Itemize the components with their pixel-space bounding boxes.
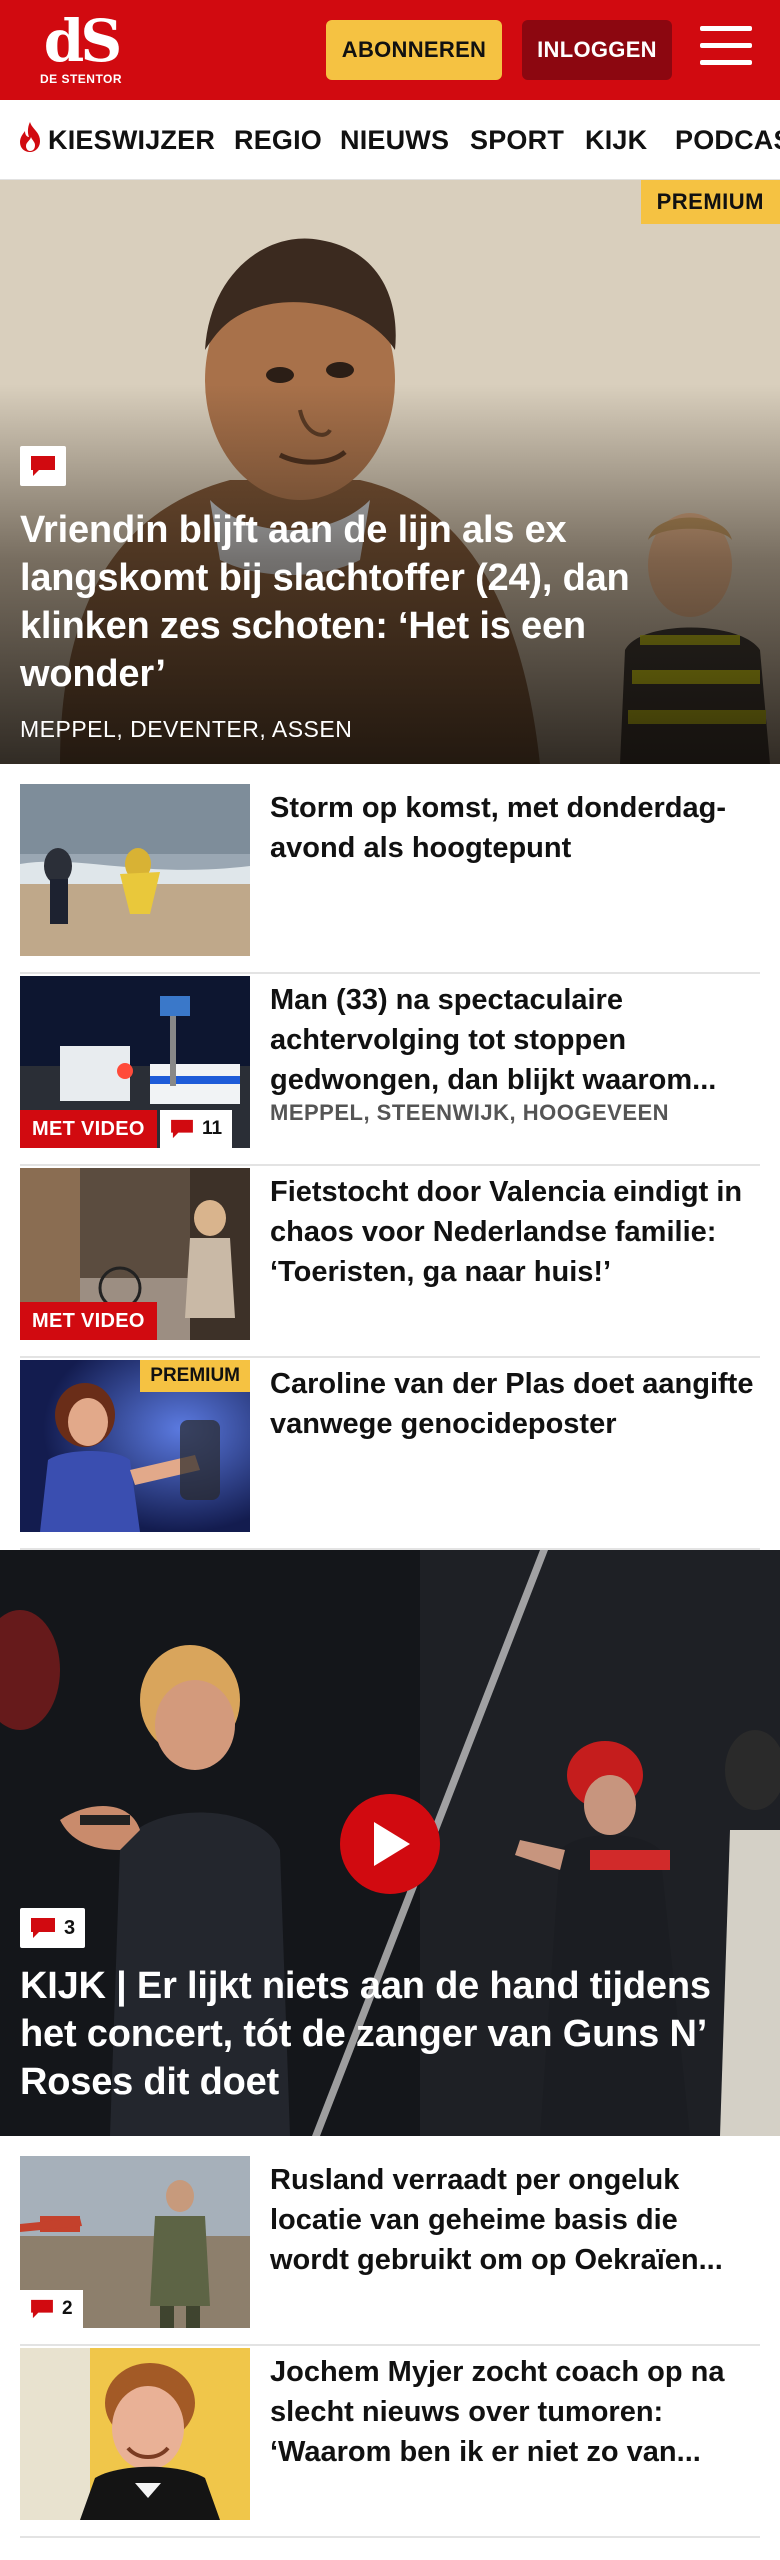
article-thumbnail: PREMIUM [20,1360,250,1532]
nav-item-regio[interactable]: REGIO [234,100,322,179]
logo-mark: dS [43,7,122,75]
article-title[interactable]: Man (33) na spectaculaire achtervolging … [270,980,760,1100]
login-button[interactable]: INLOGGEN [522,20,672,80]
article-title[interactable]: Rusland verraadt per ongeluk locatie van… [270,2160,760,2280]
list-item[interactable]: MET VIDEO Fietstocht door Valencia eindi… [20,1168,760,1358]
video-title[interactable]: KIJK | Er lijkt niets aan de hand tijden… [20,1962,770,2106]
article-thumbnail: MET VIDEO 11 [20,976,250,1148]
list-item[interactable]: PREMIUM Caroline van der Plas doet aangi… [20,1360,760,1550]
flame-icon [16,121,44,160]
nav-item-podcast[interactable]: PODCAS [675,100,780,179]
article-location: MEPPEL, STEENWIJK, HOOGEVEEN [270,1100,670,1125]
comment-icon [31,2299,53,2319]
play-button[interactable] [340,1794,440,1894]
article-thumbnail: 2 [20,2156,250,2328]
article-title[interactable]: Fietstocht door Valencia eindigt in chao… [270,1172,760,1292]
list-item[interactable]: MET VIDEO 11 Man (33) na spectaculaire a… [20,976,760,1166]
article-title[interactable]: Jochem Myjer zocht coach op na slecht ni… [270,2352,760,2472]
article-title[interactable]: Caroline van der Plas doet aangifte vanw… [270,1364,760,1444]
comment-icon [171,1119,193,1139]
comment-icon [31,456,55,476]
nav-item-label: KIESWIJZER [48,124,216,155]
site-header: dS DE STENTOR ABONNEREN INLOGGEN [0,0,780,100]
comment-icon [31,1918,55,1938]
comment-count: 11 [202,1118,223,1139]
article-thumbnail [20,2348,250,2520]
list-item[interactable]: Jochem Myjer zocht coach op na slecht ni… [20,2348,760,2538]
hero-title[interactable]: Vriendin blijft aan de lijn als ex langs… [20,506,740,698]
comment-count: 3 [64,1916,76,1939]
comment-count: 2 [62,2298,73,2319]
hero-location: MEPPEL, DEVENTER, ASSEN [20,716,353,742]
logo-subtitle: DE STENTOR [39,72,123,86]
main-navigation: KIESWIJZER REGIO NIEUWS SPORT KIJK PODCA… [0,100,780,180]
article-title[interactable]: Storm op komst, met donderdag­avond als … [270,788,760,868]
article-thumbnail [20,784,250,956]
video-tag: MET VIDEO [20,1302,157,1340]
site-logo[interactable]: dS DE STENTOR [26,12,136,90]
nav-item-sport[interactable]: SPORT [470,100,564,179]
subscribe-button[interactable]: ABONNEREN [326,20,502,80]
video-tag: MET VIDEO [20,1110,157,1148]
nav-item-kijk[interactable]: KIJK [585,100,647,179]
play-icon [374,1822,410,1866]
comment-chip [20,446,66,486]
hero-article[interactable]: PREMIUM Vriendin blijft aan de lijn als … [0,180,780,764]
video-article[interactable]: 3 KIJK | Er lijkt niets aan de hand tijd… [0,1550,780,2136]
comment-chip: 11 [160,1110,233,1148]
nav-item-kieswijzer[interactable]: KIESWIJZER [16,100,216,179]
comment-chip: 3 [20,1908,86,1948]
list-item[interactable]: Storm op komst, met donderdag­avond als … [20,784,760,974]
hamburger-menu-icon[interactable] [700,26,752,72]
list-item[interactable]: 2 Rusland verraadt per ongeluk locatie v… [20,2156,760,2346]
nav-item-nieuws[interactable]: NIEUWS [340,100,449,179]
comment-chip: 2 [20,2290,83,2328]
article-thumbnail: MET VIDEO [20,1168,250,1340]
premium-badge: PREMIUM [140,1360,250,1392]
premium-badge: PREMIUM [640,180,780,224]
